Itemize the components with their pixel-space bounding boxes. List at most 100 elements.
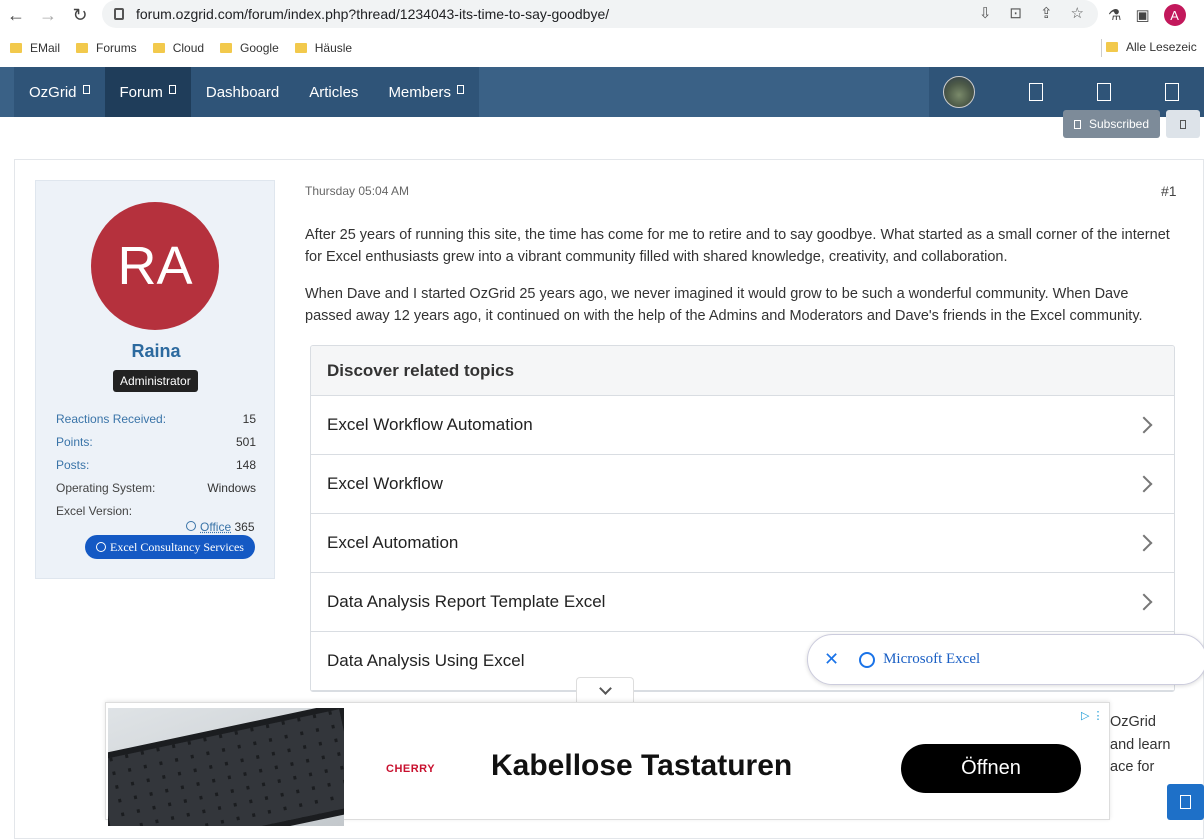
post-date[interactable]: Thursday 05:04 AM xyxy=(305,184,409,198)
consultancy-button[interactable]: Excel Consultancy Services xyxy=(85,535,255,559)
folder-icon xyxy=(294,43,307,53)
stat-value: Windows xyxy=(207,481,256,495)
bookmark-forums[interactable]: Forums xyxy=(76,41,137,55)
related-topic-item[interactable]: Data Analysis Report Template Excel xyxy=(311,573,1174,632)
bookmark-label: Häusle xyxy=(314,41,353,55)
adchoices-icon[interactable]: ▷ ⋮ xyxy=(1081,709,1104,722)
text-line: OzGrid xyxy=(1110,714,1156,730)
notifications-icon[interactable] xyxy=(1097,83,1111,101)
chevron-right-icon xyxy=(1135,593,1153,611)
office-link[interactable]: Office xyxy=(200,520,231,534)
post-number[interactable]: #1 xyxy=(1161,183,1177,199)
bookmark-all[interactable]: Alle Lesezeic xyxy=(1106,40,1197,54)
browser-toolbar: ← → ↻ forum.ozgrid.com/forum/index.php?t… xyxy=(0,0,1204,30)
keyboard-image xyxy=(108,708,344,826)
extension-area: ⚗ ▣ A xyxy=(1108,4,1186,26)
close-icon[interactable]: ✕ xyxy=(824,649,839,670)
nav-ozgrid[interactable]: OzGrid xyxy=(14,67,105,117)
ad-open-button[interactable]: Öffnen xyxy=(901,744,1081,793)
star-icon[interactable]: ☆ xyxy=(1071,4,1084,22)
user-avatar-large[interactable]: RA xyxy=(91,202,219,330)
user-sidebar: RA Raina Administrator Reactions Receive… xyxy=(35,180,275,579)
scroll-top-button[interactable] xyxy=(1167,784,1204,820)
related-topic-item[interactable]: Excel Workflow Automation xyxy=(311,396,1174,455)
dropdown-icon xyxy=(82,84,90,94)
advertisement-banner[interactable]: CHERRY Kabellose Tastaturen Öffnen ▷ ⋮ xyxy=(105,702,1110,826)
bookmark-hausle[interactable]: Häusle xyxy=(294,41,353,55)
nav-forum[interactable]: Forum xyxy=(104,67,191,117)
popover-link[interactable]: Microsoft Excel xyxy=(883,651,980,668)
bookmark-cloud[interactable]: Cloud xyxy=(152,41,205,55)
lock-icon xyxy=(114,8,124,20)
folder-icon xyxy=(76,43,89,53)
folder-icon xyxy=(10,43,22,53)
office-version-number: 365 xyxy=(234,520,255,534)
chevron-right-icon xyxy=(1135,475,1153,493)
nav-label: Members xyxy=(388,83,451,101)
search-icon[interactable] xyxy=(1165,83,1179,101)
folder-icon xyxy=(220,43,233,53)
url-actions: ⇩ ⊡ ⇪ ☆ xyxy=(979,4,1084,22)
dropdown-icon xyxy=(168,84,176,94)
stat-label: Operating System: xyxy=(56,481,156,495)
main-menu: OzGrid Forum Dashboard Articles Members xyxy=(14,67,479,117)
post-paragraph: When Dave and I started OzGrid 25 years … xyxy=(305,286,1143,324)
site-navigation: OzGrid Forum Dashboard Articles Members xyxy=(0,67,1204,117)
stat-label[interactable]: Points: xyxy=(56,435,93,449)
stat-label: Excel Version: xyxy=(56,504,133,518)
stat-reactions: Reactions Received: 15 xyxy=(56,412,256,426)
bookmark-label: Forums xyxy=(96,41,137,55)
profile-avatar[interactable]: A xyxy=(1163,4,1186,26)
reload-button[interactable]: ↻ xyxy=(64,1,96,29)
address-bar[interactable]: forum.ozgrid.com/forum/index.php?thread/… xyxy=(102,0,1098,28)
consultancy-label: Excel Consultancy Services xyxy=(110,539,244,554)
stat-value: 501 xyxy=(235,435,256,449)
install-icon[interactable]: ⇩ xyxy=(979,4,992,22)
nav-label: Dashboard xyxy=(205,83,280,101)
nav-articles[interactable]: Articles xyxy=(294,67,373,117)
ad-headline: Kabellose Tastaturen xyxy=(491,749,793,782)
dropdown-icon xyxy=(456,84,464,94)
bookmark-email[interactable]: EMail xyxy=(10,41,60,55)
plus-circle-icon xyxy=(186,521,196,531)
chevron-right-icon xyxy=(1135,416,1153,434)
related-topics-title: Discover related topics xyxy=(311,346,1174,396)
ad-collapse-button[interactable] xyxy=(576,677,634,703)
keyboard-shape xyxy=(108,708,344,826)
bookmark-label: Google xyxy=(240,41,279,55)
share-icon[interactable]: ⇪ xyxy=(1040,4,1053,22)
arrow-up-icon xyxy=(1180,795,1191,809)
labs-icon[interactable]: ⚗ xyxy=(1108,6,1121,24)
sidepanel-icon[interactable]: ▣ xyxy=(1135,6,1149,24)
bell-icon xyxy=(1073,119,1081,129)
plus-circle-icon xyxy=(96,542,107,552)
stat-label[interactable]: Reactions Received: xyxy=(56,412,166,426)
stat-os: Operating System: Windows xyxy=(56,481,256,495)
bookmark-google[interactable]: Google xyxy=(220,41,279,55)
topic-label: Excel Workflow Automation xyxy=(327,415,533,434)
subscribed-button[interactable]: Subscribed xyxy=(1063,110,1160,138)
user-avatar[interactable] xyxy=(943,76,975,108)
translate-icon[interactable]: ⊡ xyxy=(1009,4,1022,22)
nav-dashboard[interactable]: Dashboard xyxy=(191,67,294,117)
nav-label: Articles xyxy=(309,83,359,101)
nav-members[interactable]: Members xyxy=(373,67,479,117)
username[interactable]: Raina xyxy=(36,341,276,362)
thread-options-button[interactable] xyxy=(1166,110,1200,138)
keyboard-keys xyxy=(108,709,344,826)
lightning-icon xyxy=(859,651,876,668)
bookmark-label: Cloud xyxy=(172,41,205,55)
role-badge: Administrator xyxy=(113,370,198,392)
office-version: Office 365 xyxy=(186,520,255,534)
messages-icon[interactable] xyxy=(1029,83,1043,101)
topic-label: Excel Automation xyxy=(327,533,459,552)
bookmark-label: Alle Lesezeic xyxy=(1126,40,1197,54)
stat-posts: Posts: 148 xyxy=(56,458,256,472)
stat-label[interactable]: Posts: xyxy=(56,458,89,472)
post-content: After 25 years of running this site, the… xyxy=(305,224,1175,342)
related-topic-item[interactable]: Excel Workflow xyxy=(311,455,1174,514)
back-button[interactable]: ← xyxy=(0,1,32,29)
brand-logo: CHERRY xyxy=(386,763,436,775)
forward-button[interactable]: → xyxy=(32,1,64,29)
related-topic-item[interactable]: Excel Automation xyxy=(311,514,1174,573)
